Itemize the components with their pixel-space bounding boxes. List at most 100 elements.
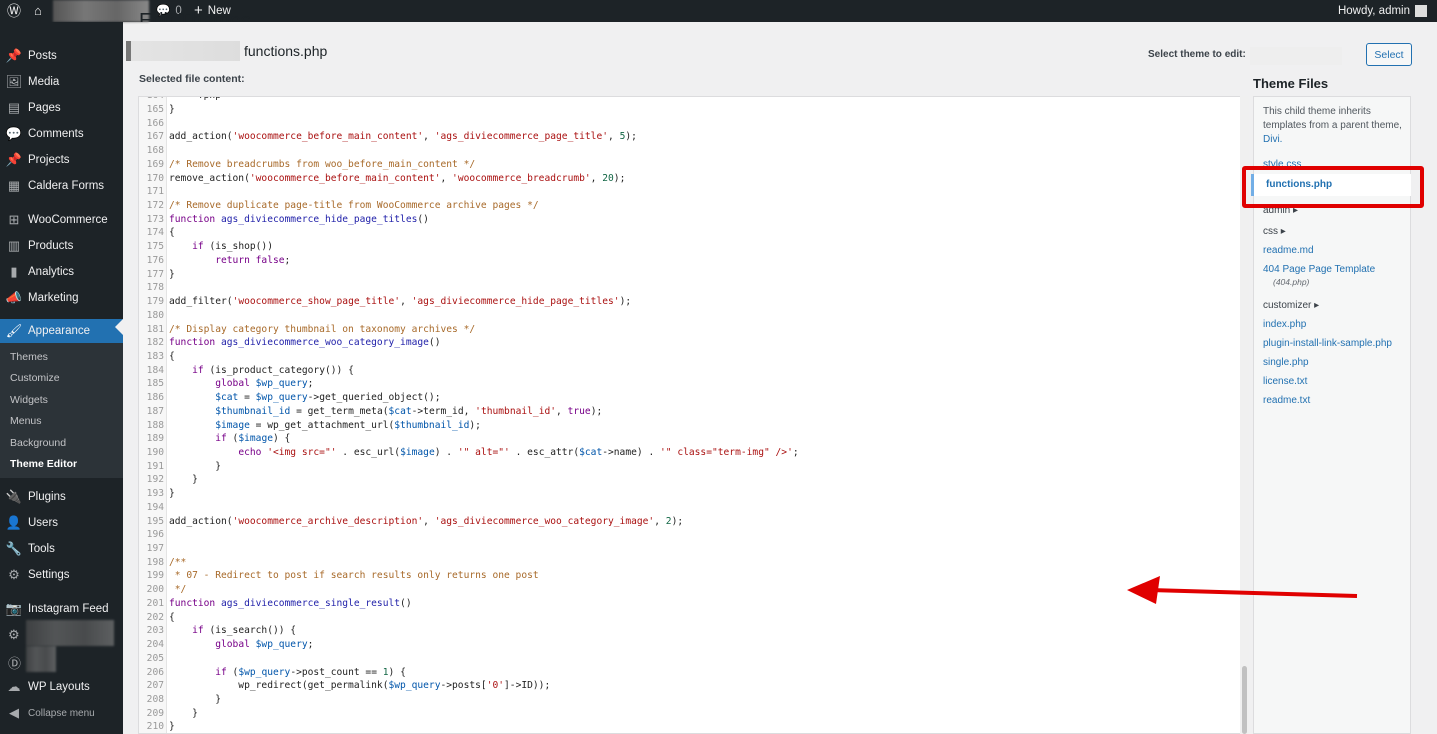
theme-file-license-txt[interactable]: license.txt [1263, 376, 1307, 387]
submenu-item-themes[interactable]: Themes [0, 347, 123, 367]
code-line: 189 if ($image) { [139, 432, 1248, 446]
sidebar-item-collapse-menu[interactable]: ◀ Collapse menu [0, 700, 123, 726]
code-token: ->name) . [602, 447, 660, 458]
code-token: /* Display category thumbnail on taxonom… [169, 323, 476, 335]
media-icon: 🖼 [5, 74, 23, 89]
analytics-icon: ▮ [10, 264, 18, 279]
select-button[interactable]: Select [1366, 43, 1412, 66]
theme-file-404-page-page-template[interactable]: 404 Page Page Template (404.php) [1263, 264, 1375, 287]
submenu-item-background[interactable]: Background [0, 433, 123, 453]
line-number: 175 [146, 241, 164, 253]
line-number: 201 [146, 597, 164, 609]
sidebar-item-pages[interactable]: ▤ Pages [0, 95, 123, 121]
sidebar-item-users[interactable]: 👤 Users [0, 510, 123, 536]
code-token: { [169, 350, 175, 362]
theme-file-plugin-install-link-sample-php[interactable]: plugin-install-link-sample.php [1263, 338, 1392, 349]
code-line: 174 { [139, 226, 1248, 240]
code-token: $image [238, 433, 273, 445]
code-line: 194 [139, 501, 1248, 515]
theme-file-css[interactable]: css ▸ [1263, 226, 1286, 237]
site-name-blurred[interactable] [53, 0, 149, 22]
code-token: ]->ID)); [504, 680, 551, 692]
submenu-item-customize[interactable]: Customize [0, 368, 123, 388]
wordpress-logo-icon[interactable]: Ⓦ [7, 0, 21, 22]
code-token: */ [169, 584, 187, 596]
code-token: 'ags_diviecommerce_hide_page_titles' [411, 296, 620, 308]
theme-file-readme-md[interactable]: readme.md [1263, 245, 1314, 256]
sidebar-item-media[interactable]: 🖼 Media [0, 69, 123, 95]
code-token: ) . [434, 447, 458, 458]
my-account-link[interactable]: Howdy, admin [1338, 0, 1427, 22]
sidebar-item-comments[interactable]: 💬 Comments [0, 121, 123, 147]
file-sublabel: (404.php) [1273, 277, 1310, 287]
theme-file-single-php[interactable]: single.php [1263, 357, 1309, 368]
submenu-item-menus[interactable]: Menus [0, 411, 123, 431]
code-token: (is_shop()) [203, 241, 273, 253]
sidebar-item-blurred[interactable] [26, 646, 56, 672]
code-editor[interactable]: 164 ?php 165}166167add_action('woocommer… [138, 96, 1249, 734]
code-token: '<img src="' [267, 447, 337, 458]
code-token: } [169, 721, 175, 733]
code-line: 192 } [139, 473, 1248, 487]
line-number: 167 [146, 131, 164, 143]
sidebar-item-products[interactable]: ▥ Products [0, 233, 123, 259]
sidebar-item-wp-layouts[interactable]: ☁ WP Layouts [0, 674, 123, 700]
appearance-icon: 🖌 [5, 323, 23, 338]
sidebar-item-marketing[interactable]: 📣 Marketing [0, 285, 123, 311]
scrollbar-thumb[interactable] [1242, 666, 1247, 734]
code-text: } [167, 694, 221, 705]
line-number: 165 [146, 104, 164, 115]
code-line: 178 [139, 281, 1248, 295]
sidebar-item-blurred[interactable] [26, 620, 114, 646]
home-icon[interactable]: ⌂ [34, 0, 42, 22]
annotation-highlight-box [1242, 166, 1424, 208]
line-number: 189 [146, 433, 164, 445]
code-text: remove_action('woocommerce_before_main_c… [167, 173, 625, 184]
file-label: readme.txt [1263, 395, 1311, 406]
code-text: } [167, 488, 175, 499]
line-number: 179 [146, 296, 164, 308]
sidebar-item-tools[interactable]: 🔧 Tools [0, 536, 123, 562]
wp-layouts-icon: ☁ [7, 679, 21, 694]
code-token: global [215, 639, 256, 651]
code-token: add_action( [169, 515, 233, 527]
code-text: * 07 - Redirect to post if search result… [167, 570, 539, 581]
sidebar-item-label: Instagram Feed [28, 603, 109, 615]
code-text: { [167, 612, 175, 623]
submenu-item-theme-editor[interactable]: Theme Editor [0, 454, 123, 474]
theme-select-dropdown[interactable] [1250, 47, 1342, 65]
theme-file-readme-txt[interactable]: readme.txt [1263, 395, 1310, 406]
code-token: '" class="term-img" />' [660, 447, 793, 458]
file-title: functions.php [244, 43, 328, 59]
sidebar-item-projects[interactable]: 📌 Projects [0, 147, 123, 173]
line-number: 174 [146, 227, 164, 239]
line-number: 195 [146, 515, 164, 527]
code-token: echo [238, 447, 268, 458]
sidebar-item-settings[interactable]: ⚙ Settings [0, 562, 123, 588]
sidebar-item-appearance[interactable]: 🖌 Appearance [0, 319, 123, 343]
sidebar-item-woocommerce[interactable]: ⊞ WooCommerce [0, 207, 123, 233]
code-text: /** [167, 557, 186, 568]
line-number: 172 [146, 200, 164, 212]
code-line: 173 function ags_diviecommerce_hide_page_… [139, 213, 1248, 227]
sidebar-item-posts[interactable]: 📌 Posts [0, 43, 123, 69]
code-line: 175 if (is_shop()) [139, 240, 1248, 254]
sidebar-item-plugins[interactable]: 🔌 Plugins [0, 484, 123, 510]
code-line: 196 [139, 528, 1248, 542]
sidebar-item-analytics[interactable]: ▮ Analytics [0, 259, 123, 285]
theme-file-customizer[interactable]: customizer ▸ [1263, 300, 1319, 311]
submenu-item-widgets[interactable]: Widgets [0, 390, 123, 410]
sidebar-item-caldera-forms[interactable]: ▦ Caldera Forms [0, 173, 123, 199]
marketing-icon: 📣 [5, 290, 23, 305]
code-text: function ags_diviecommerce_hide_page_tit… [167, 214, 429, 225]
sidebar-item-instagram-feed[interactable]: 📷 Instagram Feed [0, 596, 123, 622]
code-text: /* Remove duplicate page-title from WooC… [167, 200, 539, 211]
parent-theme-link[interactable]: Divi. [1263, 134, 1282, 145]
code-line: 171 [139, 185, 1248, 199]
code-token: (is_search()) { [203, 625, 297, 637]
theme-file-index-php[interactable]: index.php [1263, 319, 1306, 330]
line-number: 173 [146, 213, 164, 225]
